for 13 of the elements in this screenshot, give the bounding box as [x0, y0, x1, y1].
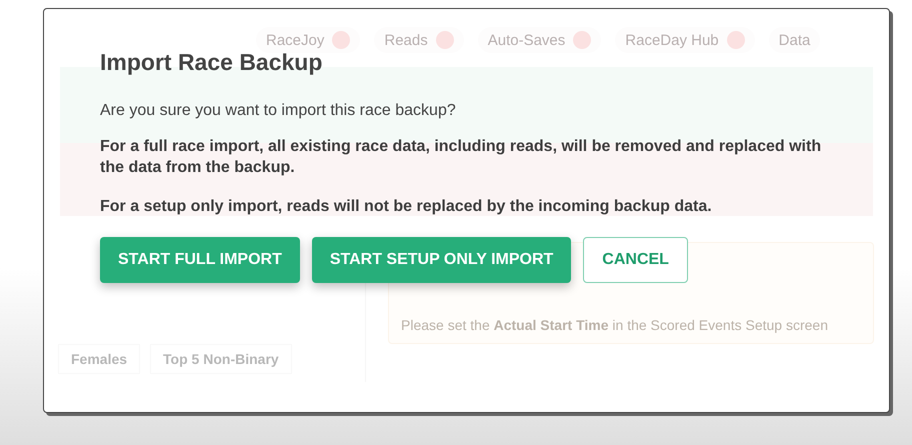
tab-label: RaceDay Hub [625, 32, 719, 48]
tab-label: Reads [384, 32, 428, 48]
cancel-button[interactable]: CANCEL [583, 237, 688, 283]
dialog-title: Import Race Backup [100, 49, 324, 76]
dialog-paragraph: For a full race import, all existing race data, including reads, will be removed and replaced with the data from the backup. [100, 137, 822, 178]
tab-label: Data [778, 32, 810, 48]
dialog-paragraph: For a setup only import, reads will not be replaced by the incoming backup data. [100, 197, 713, 217]
import-button[interactable]: START FULL IMPORT [100, 237, 300, 283]
tab-label: RaceJoy [266, 32, 324, 48]
tab-label: Auto-Saves [488, 32, 566, 48]
dialog-question: Are you sure you want to import this race backup? [100, 102, 457, 120]
warning-text: Please set the Actual Start Time in the Scored Events Setup screen [401, 317, 828, 333]
import-button[interactable]: START SETUP ONLY IMPORT [312, 237, 572, 283]
